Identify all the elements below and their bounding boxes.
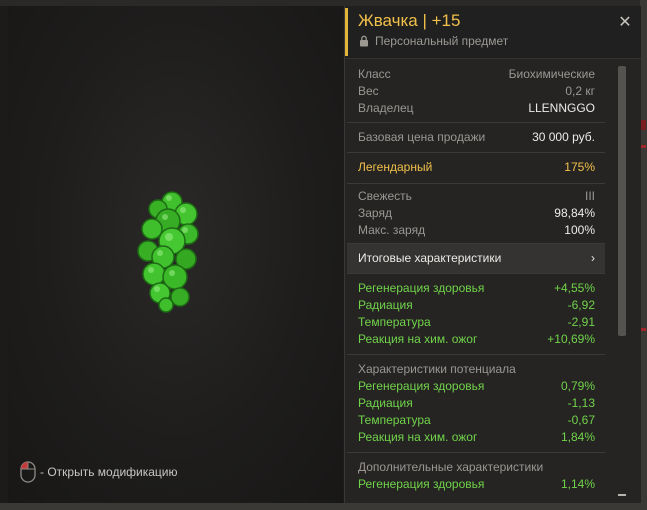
stat-label: Радиация — [358, 396, 413, 410]
stat-row: Регенерация здоровья 1,14% — [358, 476, 595, 493]
stat-label: Реакция на хим. ожог — [358, 430, 478, 444]
rarity-label: Легендарный — [358, 160, 433, 174]
state-label: Макс. заряд — [358, 223, 426, 237]
stat-row: Регенерация здоровья +4,55% — [358, 280, 595, 297]
state-value: 98,84% — [554, 206, 595, 220]
item-header: Жвачка | +15 Персональный предмет ✕ — [345, 6, 641, 59]
total-characteristics-label: Итоговые характеристики — [358, 251, 502, 265]
stat-value: -2,91 — [567, 315, 595, 329]
stat-label: Регенерация здоровья — [358, 379, 485, 393]
state-value: 100% — [564, 223, 595, 237]
stat-value: -1,13 — [567, 396, 595, 410]
info-label: Класс — [358, 67, 391, 81]
rarity-value: 175% — [564, 160, 595, 174]
info-label: Владелец — [358, 101, 414, 115]
additional-section: Дополнительные характеристики Регенераци… — [347, 453, 605, 498]
item-title: Жвачка | +15 — [358, 11, 461, 30]
background-marker — [641, 120, 646, 130]
info-label: Вес — [358, 84, 379, 98]
state-label: Свежесть — [358, 189, 412, 203]
state-row-freshness: Свежесть III — [358, 188, 595, 205]
stat-row: Радиация -1,13 — [358, 395, 595, 412]
close-icon: ✕ — [618, 14, 632, 31]
state-row-max-charge: Макс. заряд 100% — [358, 222, 595, 239]
stat-row: Реакция на хим. ожог 1,84% — [358, 429, 595, 446]
background-marker — [641, 328, 646, 331]
scrollbar-thumb[interactable] — [618, 66, 626, 336]
background-strip-bottom — [0, 503, 647, 510]
characteristics-list[interactable]: Класс Биохимические Вес 0,2 кг Владелец … — [347, 62, 605, 503]
chevron-right-icon: › — [591, 251, 595, 265]
stat-label: Радиация — [358, 298, 413, 312]
stat-row: Радиация -6,92 — [358, 297, 595, 314]
stat-value: 1,14% — [560, 477, 595, 491]
rarity-section: Легендарный 175% — [347, 153, 605, 184]
stat-row: Температура -0,67 — [358, 412, 595, 429]
price-row: Базовая цена продажи 30 000 руб. — [358, 129, 595, 146]
potential-title: Характеристики потенциала — [358, 362, 516, 376]
stat-value: -0,67 — [567, 413, 595, 427]
stat-value: +4,55% — [553, 281, 595, 295]
item-subtitle: Персональный предмет — [359, 34, 508, 48]
additional-title: Дополнительные характеристики — [358, 460, 544, 474]
info-section: Класс Биохимические Вес 0,2 кг Владелец … — [347, 62, 605, 123]
close-button[interactable]: ✕ — [617, 15, 633, 31]
stat-label: Реакция на хим. ожог — [358, 332, 478, 346]
stat-label: Регенерация здоровья — [358, 281, 485, 295]
potential-section: Характеристики потенциала Регенерация зд… — [347, 355, 605, 453]
stat-label: Регенерация здоровья — [358, 477, 485, 491]
price-value: 30 000 руб. — [532, 130, 595, 144]
stat-row: Реакция на хим. ожог +10,69% — [358, 331, 595, 348]
stat-label: Температура — [358, 413, 431, 427]
item-3d-viewer[interactable]: - Открыть модификацию — [8, 6, 343, 503]
state-label: Заряд — [358, 206, 392, 220]
stat-value: 1,84% — [560, 430, 595, 444]
item-model-image[interactable] — [128, 189, 218, 314]
hint-text: - Открыть модификацию — [40, 465, 178, 479]
background-marker — [641, 145, 646, 148]
rarity-row: Легендарный 175% — [358, 159, 595, 176]
info-value: Биохимические — [508, 67, 595, 81]
price-label: Базовая цена продажи — [358, 130, 486, 144]
total-characteristics-button[interactable]: Итоговые характеристики › — [347, 244, 605, 274]
info-value: LLENNGGO — [528, 101, 595, 115]
background-strip-right — [640, 0, 647, 510]
mouse-left-click-icon — [20, 461, 36, 483]
lock-icon — [360, 35, 368, 47]
stat-row: Регенерация здоровья 0,79% — [358, 378, 595, 395]
state-value: III — [584, 189, 595, 203]
scrollbar-end-marker — [618, 494, 626, 496]
total-stats-section: Регенерация здоровья +4,55% Радиация -6,… — [347, 274, 605, 355]
info-row-weight: Вес 0,2 кг — [358, 83, 595, 100]
price-section: Базовая цена продажи 30 000 руб. — [347, 123, 605, 153]
info-row-owner: Владелец LLENNGGO — [358, 100, 595, 117]
stat-row: Температура -2,91 — [358, 314, 595, 331]
stat-label: Температура — [358, 315, 431, 329]
stat-value: 0,79% — [560, 379, 595, 393]
item-subtitle-text: Персональный предмет — [375, 34, 509, 48]
info-value: 0,2 кг — [565, 84, 595, 98]
header-accent-bar — [345, 8, 348, 56]
stat-value: -6,92 — [567, 298, 595, 312]
info-row-class: Класс Биохимические — [358, 66, 595, 83]
state-row-charge: Заряд 98,84% — [358, 205, 595, 222]
open-modification-hint: - Открыть модификацию — [20, 461, 178, 483]
stat-value: +10,69% — [547, 332, 595, 346]
item-info-panel: Жвачка | +15 Персональный предмет ✕ Клас… — [344, 6, 641, 503]
scrollbar[interactable] — [618, 66, 626, 501]
state-section: Свежесть III Заряд 98,84% Макс. заряд 10… — [347, 184, 605, 244]
